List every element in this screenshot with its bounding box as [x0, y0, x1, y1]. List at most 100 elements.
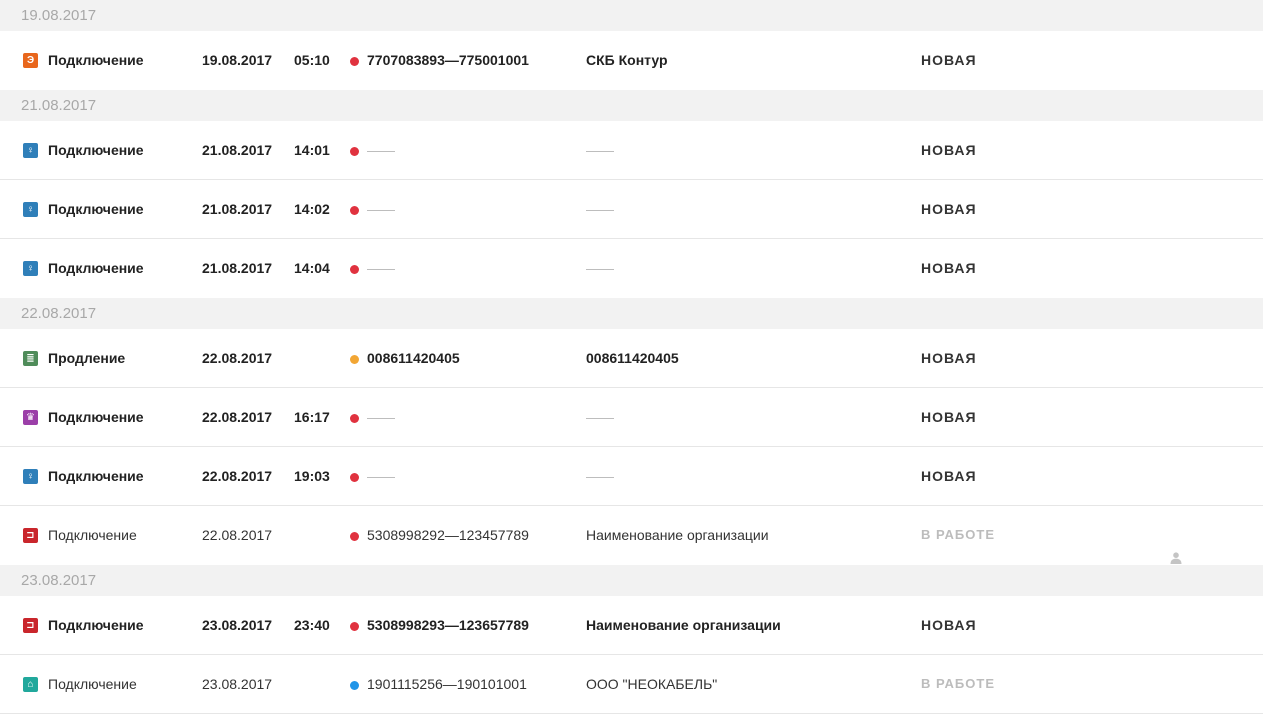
request-time: 14:04: [294, 260, 330, 276]
status-label: НОВАЯ: [921, 52, 977, 68]
request-date: 22.08.2017: [202, 350, 273, 366]
request-time: 23:40: [294, 617, 330, 633]
organization-name: [586, 447, 614, 505]
status-label: НОВАЯ: [921, 617, 977, 633]
inn-kpp: 1901115256—190101001: [367, 676, 527, 692]
contour-e-icon: Э: [23, 53, 38, 68]
document-list-icon: ≣: [23, 351, 38, 366]
crown-icon: ♛: [23, 410, 38, 425]
status-label: НОВАЯ: [921, 201, 977, 217]
empty-dash: [367, 150, 395, 152]
request-type: Подключение: [48, 201, 144, 217]
request-date: 21.08.2017: [202, 201, 273, 217]
inn-kpp: [367, 447, 395, 505]
request-date: 22.08.2017: [202, 527, 273, 543]
organization-name: [586, 388, 614, 446]
request-type: Подключение: [48, 409, 144, 425]
request-time: 16:17: [294, 409, 330, 425]
building-icon: ⌂: [23, 677, 38, 692]
lamp-icon: ♀: [23, 261, 38, 276]
lamp-icon: ♀: [23, 469, 38, 484]
organization-name: ООО "НЕОКАБЕЛЬ": [586, 676, 718, 692]
request-row[interactable]: ♀ Подключение 21.08.2017 14:02 НОВАЯ: [0, 180, 1263, 239]
request-date: 22.08.2017: [202, 468, 273, 484]
date-group-header: 23.08.2017: [0, 565, 1263, 596]
request-row[interactable]: ♀ Подключение 22.08.2017 19:03 НОВАЯ: [0, 447, 1263, 506]
status-label: НОВАЯ: [921, 468, 977, 484]
empty-dash: [367, 268, 395, 270]
empty-dash: [586, 417, 614, 419]
lamp-icon: ♀: [23, 202, 38, 217]
request-time: 19:03: [294, 468, 330, 484]
request-row[interactable]: ♀ Подключение 21.08.2017 14:01 НОВАЯ: [0, 121, 1263, 180]
status-dot: [350, 147, 359, 156]
request-type: Подключение: [48, 617, 144, 633]
request-type: Подключение: [48, 676, 137, 692]
status-dot: [350, 473, 359, 482]
empty-dash: [586, 209, 614, 211]
request-type: Подключение: [48, 52, 144, 68]
status-label: В РАБОТЕ: [921, 527, 995, 542]
status-label: НОВАЯ: [921, 260, 977, 276]
organization-name: СКБ Контур: [586, 52, 668, 68]
organization-name: 008611420405: [586, 350, 679, 366]
request-list: 19.08.2017 Э Подключение 19.08.2017 05:10 770…: [0, 0, 1263, 714]
request-type: Подключение: [48, 468, 144, 484]
organization-name: [586, 239, 614, 297]
organization-name: [586, 121, 614, 179]
status-dot: [350, 532, 359, 541]
organization-name: [586, 180, 614, 238]
status-dot: [350, 57, 359, 66]
request-date: 23.08.2017: [202, 617, 273, 633]
request-date: 21.08.2017: [202, 260, 273, 276]
inn-kpp: 5308998293—123657789: [367, 617, 529, 633]
date-group-header: 22.08.2017: [0, 298, 1263, 329]
request-row[interactable]: ⊐ Подключение 22.08.2017 5308998292—1234577…: [0, 506, 1263, 565]
status-dot: [350, 206, 359, 215]
request-type: Подключение: [48, 260, 144, 276]
empty-dash: [586, 150, 614, 152]
request-date: 22.08.2017: [202, 409, 273, 425]
request-time: 14:01: [294, 142, 330, 158]
inn-kpp: [367, 239, 395, 297]
request-row[interactable]: Э Подключение 19.08.2017 05:10 7707083893—77…: [0, 31, 1263, 90]
request-type: Подключение: [48, 142, 144, 158]
status-dot: [350, 622, 359, 631]
status-dot: [350, 414, 359, 423]
empty-dash: [586, 476, 614, 478]
request-date: 19.08.2017: [202, 52, 273, 68]
request-time: 14:02: [294, 201, 330, 217]
status-label: НОВАЯ: [921, 409, 977, 425]
empty-dash: [367, 476, 395, 478]
lamp-icon: ♀: [23, 143, 38, 158]
date-group-header: 21.08.2017: [0, 90, 1263, 121]
request-row[interactable]: ⊐ Подключение 23.08.2017 23:40 5308998293—12…: [0, 596, 1263, 655]
request-type: Подключение: [48, 527, 137, 543]
request-row[interactable]: ♀ Подключение 21.08.2017 14:04 НОВАЯ: [0, 239, 1263, 298]
inn-kpp: [367, 180, 395, 238]
empty-dash: [367, 417, 395, 419]
request-row[interactable]: ⌂ Подключение 23.08.2017 1901115256—1901010…: [0, 655, 1263, 714]
cart-icon: ⊐: [23, 528, 38, 543]
inn-kpp: [367, 121, 395, 179]
status-dot: [350, 681, 359, 690]
assigned-user-icon[interactable]: [1169, 530, 1183, 564]
cart-icon: ⊐: [23, 618, 38, 633]
inn-kpp: 008611420405: [367, 350, 460, 366]
empty-dash: [586, 268, 614, 270]
inn-kpp: 5308998292—123457789: [367, 527, 529, 543]
status-label: В РАБОТЕ: [921, 676, 995, 691]
status-label: НОВАЯ: [921, 350, 977, 366]
request-time: 05:10: [294, 52, 330, 68]
request-row[interactable]: ≣ Продление 22.08.2017 008611420405 00861142…: [0, 329, 1263, 388]
status-dot: [350, 265, 359, 274]
organization-name: Наименование организации: [586, 527, 769, 543]
status-label: НОВАЯ: [921, 142, 977, 158]
request-row[interactable]: ♛ Подключение 22.08.2017 16:17 НОВАЯ: [0, 388, 1263, 447]
empty-dash: [367, 209, 395, 211]
inn-kpp: 7707083893—775001001: [367, 52, 529, 68]
request-date: 23.08.2017: [202, 676, 273, 692]
status-dot: [350, 355, 359, 364]
organization-name: Наименование организации: [586, 617, 781, 633]
date-group-header: 19.08.2017: [0, 0, 1263, 31]
